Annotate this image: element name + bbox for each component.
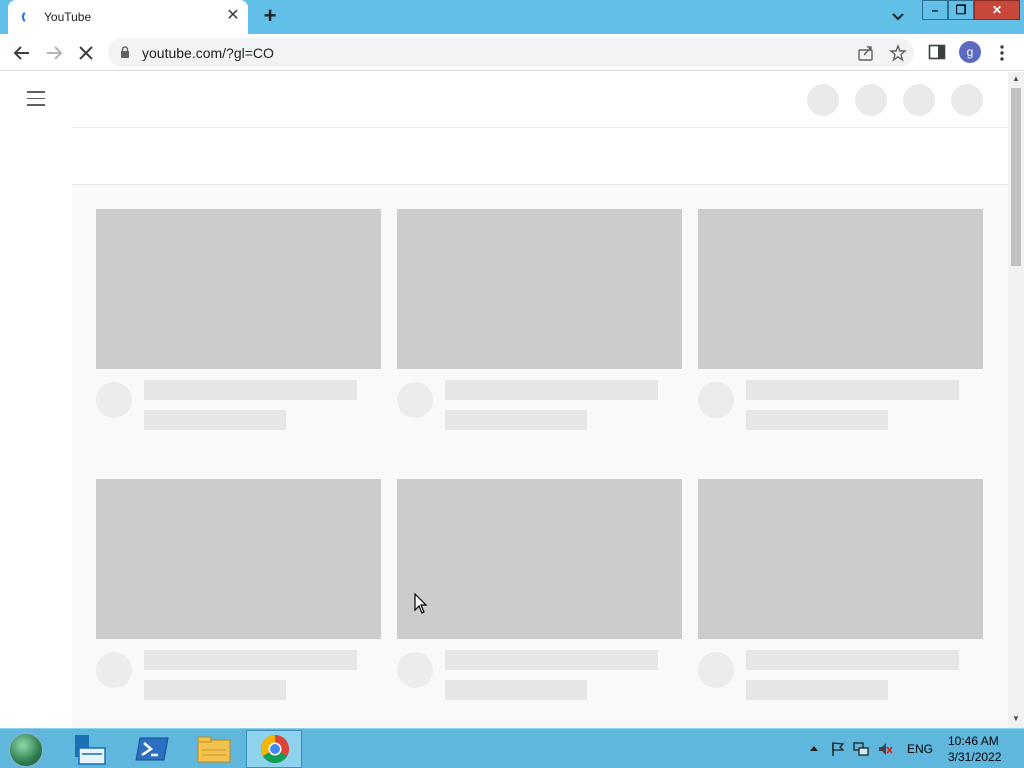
share-icon[interactable] <box>857 44 875 62</box>
volume-muted-icon[interactable] <box>877 741 893 757</box>
forward-icon[interactable] <box>43 42 65 64</box>
masthead-button-placeholder <box>807 84 839 116</box>
file-explorer-icon[interactable] <box>186 730 242 768</box>
channel-avatar-placeholder <box>96 652 132 688</box>
scroll-down-icon[interactable]: ▼ <box>1008 714 1024 726</box>
new-tab-button[interactable]: + <box>259 5 281 27</box>
meta-placeholder <box>445 680 587 700</box>
scroll-up-icon[interactable]: ▲ <box>1008 74 1024 86</box>
input-language[interactable]: ENG <box>907 742 933 756</box>
chrome-menu-icon[interactable] <box>996 44 1008 62</box>
start-button[interactable] <box>8 732 44 768</box>
action-center-flag-icon[interactable] <box>830 741 846 757</box>
title-placeholder <box>445 650 658 670</box>
show-hidden-icons-icon[interactable] <box>806 741 822 757</box>
masthead-button-placeholder <box>855 84 887 116</box>
stop-loading-icon[interactable] <box>75 42 97 64</box>
masthead-button-placeholder <box>951 84 983 116</box>
channel-avatar-placeholder <box>698 382 734 418</box>
title-placeholder <box>144 650 357 670</box>
masthead-button-placeholder <box>903 84 935 116</box>
channel-avatar-placeholder <box>397 652 433 688</box>
network-icon[interactable] <box>853 741 869 757</box>
tab-close-button[interactable]: ✕ <box>224 7 242 25</box>
browser-toolbar: youtube.com/?gl=CO <box>0 34 1024 71</box>
meta-placeholder <box>445 410 587 430</box>
minimize-icon: – <box>931 3 939 17</box>
server-manager-icon[interactable] <box>62 730 118 768</box>
scrollbar-thumb[interactable] <box>1011 88 1021 266</box>
loading-spinner-icon <box>22 10 36 24</box>
page-scrollbar[interactable]: ▲ ▼ <box>1008 72 1024 728</box>
title-placeholder <box>445 380 658 400</box>
channel-avatar-placeholder <box>397 382 433 418</box>
thumbnail-placeholder <box>96 479 381 639</box>
chrome-icon <box>261 735 289 763</box>
tab-youtube[interactable]: YouTube ✕ <box>8 0 248 34</box>
mouse-cursor-icon <box>414 593 428 614</box>
url-text[interactable]: youtube.com/?gl=CO <box>142 45 274 61</box>
meta-placeholder <box>144 680 286 700</box>
bookmark-star-icon[interactable] <box>889 44 907 62</box>
minimize-button[interactable]: – <box>922 0 948 20</box>
tab-title: YouTube <box>44 10 92 24</box>
tab-strip: YouTube ✕ + – ❐ ✕ <box>0 0 1024 34</box>
title-placeholder <box>746 650 959 670</box>
tab-search-icon[interactable] <box>888 8 908 26</box>
back-icon[interactable] <box>11 42 33 64</box>
profile-avatar[interactable]: g <box>959 41 981 63</box>
close-window-button[interactable]: ✕ <box>974 0 1020 20</box>
restore-icon: ❐ <box>955 3 967 17</box>
meta-placeholder <box>746 410 888 430</box>
title-placeholder <box>746 380 959 400</box>
menu-icon[interactable] <box>27 91 45 106</box>
side-panel-icon[interactable] <box>928 44 946 60</box>
thumbnail-placeholder <box>698 209 983 369</box>
chrome-taskbar-button[interactable] <box>246 730 302 768</box>
title-placeholder <box>144 380 357 400</box>
meta-placeholder <box>746 680 888 700</box>
channel-avatar-placeholder <box>698 652 734 688</box>
powershell-icon[interactable] <box>124 730 180 768</box>
address-bar[interactable]: youtube.com/?gl=CO <box>108 38 914 67</box>
meta-placeholder <box>144 410 286 430</box>
channel-avatar-placeholder <box>96 382 132 418</box>
video-grid <box>72 185 1008 728</box>
thumbnail-placeholder <box>397 479 682 639</box>
close-icon: ✕ <box>991 3 1003 17</box>
windows-taskbar: ENG 10:46 AM 3/31/2022 <box>0 728 1024 768</box>
thumbnail-placeholder <box>397 209 682 369</box>
thumbnail-placeholder <box>96 209 381 369</box>
thumbnail-placeholder <box>698 479 983 639</box>
youtube-page: ▲ ▼ <box>0 72 1024 728</box>
restore-button[interactable]: ❐ <box>948 0 974 20</box>
clock-time[interactable]: 10:46 AM <box>948 734 999 748</box>
lock-icon[interactable] <box>120 46 130 58</box>
chip-bar-placeholder <box>72 128 1008 185</box>
clock-date[interactable]: 3/31/2022 <box>948 750 1001 764</box>
